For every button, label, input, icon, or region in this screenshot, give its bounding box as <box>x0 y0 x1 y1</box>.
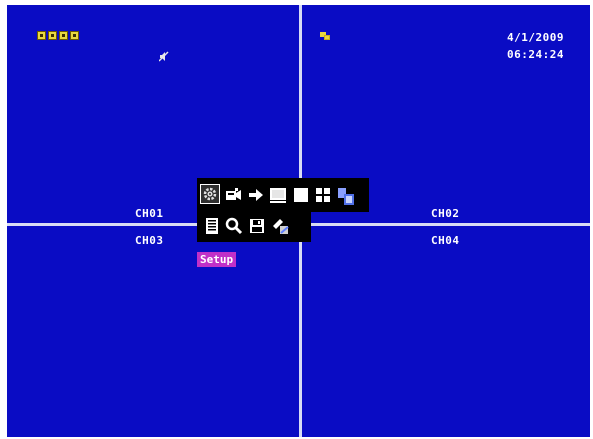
menu-row-primary <box>197 178 369 212</box>
date-time-display: 4/1/2009 06:24:24 <box>507 29 564 63</box>
menu-item-full-screen[interactable] <box>291 185 311 205</box>
dvr-screen: 4/1/2009 06:24:24 CH01 CH02 CH03 CH04 Se… <box>7 5 590 437</box>
quad-screen-icon <box>316 188 330 202</box>
audio-mute-icon <box>159 51 169 62</box>
monitor-icon <box>270 188 286 203</box>
time-text: 06:24:24 <box>507 48 564 61</box>
menu-item-search[interactable] <box>224 216 244 236</box>
menu-item-lock[interactable] <box>270 216 290 236</box>
channel-label-ch02: CH02 <box>431 207 460 220</box>
backup-disk-icon <box>250 219 264 233</box>
single-screen-icon <box>294 188 308 202</box>
menu-item-sequence[interactable] <box>337 187 357 207</box>
ptz-camera-icon <box>225 188 241 200</box>
channel-label-ch03: CH03 <box>135 234 164 247</box>
hdd-icon <box>59 31 68 40</box>
channel-label-ch04: CH04 <box>431 234 460 247</box>
sequence-icon <box>338 188 354 205</box>
menu-item-monitor[interactable] <box>268 185 288 205</box>
channel-4-view[interactable] <box>302 226 590 437</box>
menu-item-event-log[interactable] <box>202 216 222 236</box>
channel-3-view[interactable] <box>7 226 299 437</box>
hdd-icon <box>37 31 46 40</box>
date-text: 4/1/2009 <box>507 31 564 44</box>
main-menu: Setup <box>197 178 383 267</box>
menu-row-secondary <box>197 212 311 242</box>
menu-item-backup[interactable] <box>247 216 267 236</box>
menu-tooltip-label: Setup <box>197 252 237 267</box>
menu-item-quad-view[interactable] <box>313 185 333 205</box>
menu-item-setup[interactable] <box>200 184 220 204</box>
key-lock-icon <box>273 219 289 234</box>
hdd-icon <box>48 31 57 40</box>
menu-item-ptz[interactable] <box>223 185 243 205</box>
network-icon <box>320 32 330 40</box>
search-icon <box>225 217 243 235</box>
hdd-status-group <box>37 31 79 40</box>
hdd-icon <box>70 31 79 40</box>
setup-gear-icon <box>203 187 217 201</box>
channel-label-ch01: CH01 <box>135 207 164 220</box>
monitor-frame: 4/1/2009 06:24:24 CH01 CH02 CH03 CH04 Se… <box>0 0 593 439</box>
menu-item-playback[interactable] <box>246 185 266 205</box>
event-log-icon <box>206 218 218 234</box>
arrow-right-icon <box>249 189 263 201</box>
